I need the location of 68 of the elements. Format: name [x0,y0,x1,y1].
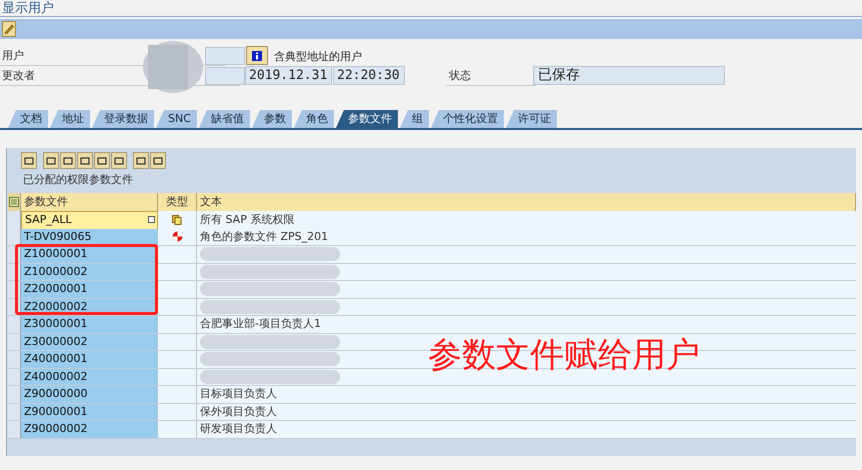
table-cell: 所有 SAP 系统权限 [197,211,856,230]
tab[interactable]: 组 [400,110,429,128]
table-cell: 目标项目负责人 [197,386,856,402]
find-button[interactable] [77,152,93,169]
filter-button[interactable] [60,152,76,169]
row-selector[interactable] [8,404,21,420]
info-button[interactable] [246,46,268,65]
input-field[interactable]: SAP_ALL [21,211,158,230]
toolbar-icon [24,156,34,166]
tab[interactable]: 文档 [8,110,48,128]
table-title: 已分配的权限参数文件 [23,172,133,188]
doc-button[interactable] [133,152,149,169]
table-cell: Z20000001 [21,281,158,298]
field-label: 用户 [2,48,24,64]
field-label: 更改者 [2,68,35,84]
table-cell: 研发项目负责人 [197,421,856,438]
tab[interactable]: 登录数据 [92,110,154,128]
select-all-icon[interactable] [9,197,19,207]
table-cell: 合肥事业部-项目负责人1 [197,316,856,332]
column-header[interactable]: 参数文件 [21,193,158,211]
user-field[interactable] [205,47,245,65]
tab[interactable]: 缺省值 [198,110,250,128]
table-cell: Z10000001 [21,246,158,262]
table-cell: Z40000001 [21,351,158,368]
changed-by-field[interactable] [205,67,245,85]
column-header[interactable]: 文本 [197,193,856,211]
magnify-button[interactable] [21,152,37,169]
row-selector[interactable] [8,368,21,385]
tab[interactable]: 参数文件 [336,110,398,128]
row-selector[interactable] [8,386,21,402]
row-selector[interactable] [8,351,21,368]
row-selector[interactable] [8,228,21,245]
edit-icon[interactable] [2,21,16,37]
tab[interactable]: 地址 [50,110,90,128]
dropdown-icon[interactable] [148,216,155,223]
table-cell: 角色的参数文件 ZPS_201 [197,228,856,245]
row-selector[interactable] [8,421,21,438]
tab[interactable]: 角色 [294,110,334,128]
column-header[interactable]: 类型 [158,193,197,211]
tab[interactable]: 许可证 [506,110,557,128]
tab[interactable]: SNC [156,110,197,128]
info-icon [252,50,262,60]
pie-icon [172,231,182,242]
row-selector[interactable] [8,334,21,350]
field-label: 状态 [449,68,471,84]
row-selector[interactable] [8,316,21,332]
findnext-button[interactable] [94,152,110,169]
tab[interactable]: 个性化设置 [430,110,504,128]
table-cell: Z90000001 [21,404,158,420]
info-text: 含典型地址的用户 [274,48,362,65]
table-cell: 保外项目负责人 [197,404,856,420]
window-title: 显示用户 [2,0,54,16]
row-selector[interactable] [8,211,21,230]
tab[interactable]: 参数 [252,110,292,128]
status-value: 已保存 [538,66,580,85]
annotation-text: 参数文件赋给用户 [428,334,700,376]
layout-button[interactable] [150,152,166,169]
table-cell: Z30000002 [21,334,158,350]
table-cell: Z90000002 [21,421,158,438]
table-cell: Z30000001 [21,316,158,332]
table-cell: Z90000000 [21,386,158,402]
table-cell: Z40000002 [21,368,158,385]
filtermenu-button[interactable] [111,152,127,169]
print-button[interactable] [43,152,59,169]
documents-icon [172,215,182,226]
date-value: 2019.12.31 [249,66,328,85]
time-value: 22:20:30 [337,66,400,85]
table-cell: Z10000002 [21,264,158,280]
